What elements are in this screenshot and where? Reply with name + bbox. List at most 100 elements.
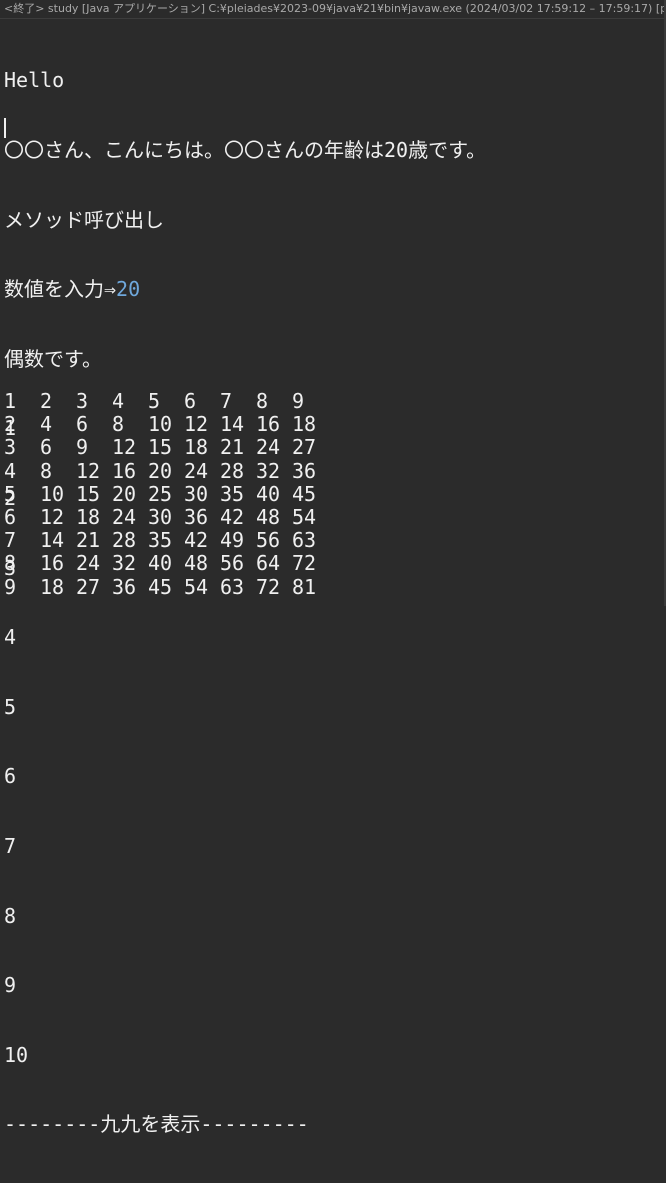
console-view[interactable]: <終了> study [Java アプリケーション] C:¥pleiades¥2… xyxy=(0,0,666,1136)
table-cell: 12 xyxy=(184,412,209,437)
table-cell: 42 xyxy=(220,504,245,529)
output-line-greeting: 〇〇さん、こんにちは。〇〇さんの年齢は20歳です。 xyxy=(4,138,487,162)
table-cell: 8 xyxy=(112,412,125,437)
table-cell: 64 xyxy=(256,551,281,576)
table-cell: 5 xyxy=(4,481,17,506)
table-cell: 48 xyxy=(184,551,209,576)
table-cell: 18 xyxy=(40,574,65,599)
table-cell: 2 xyxy=(40,389,53,413)
table-cell: 20 xyxy=(148,458,173,483)
input-prompt-label: 数値を入力⇒ xyxy=(4,277,117,302)
table-cell: 8 xyxy=(40,458,53,483)
output-line-method-call: メソッド呼び出し xyxy=(4,207,164,232)
output-line-result: 偶数です。 xyxy=(4,346,102,371)
table-cell: 45 xyxy=(148,574,173,599)
table-cell: 28 xyxy=(220,458,245,483)
table-cell: 14 xyxy=(40,528,65,553)
count-line: 10 xyxy=(4,1042,29,1067)
table-cell: 35 xyxy=(220,481,245,506)
table-cell: 6 xyxy=(76,412,89,437)
table-cell: 28 xyxy=(112,528,137,553)
table-cell: 54 xyxy=(184,574,209,599)
table-cell: 24 xyxy=(76,551,101,576)
count-line: 9 xyxy=(4,973,17,998)
table-cell: 63 xyxy=(292,528,317,553)
table-cell: 3 xyxy=(4,435,17,460)
count-line: 7 xyxy=(4,833,17,858)
table-cell: 10 xyxy=(148,412,173,437)
table-cell: 72 xyxy=(256,574,281,599)
table-cell: 12 xyxy=(76,458,101,483)
table-cell: 42 xyxy=(184,528,209,553)
table-cell: 10 xyxy=(40,481,65,506)
table-cell: 24 xyxy=(112,504,137,529)
table-cell: 4 xyxy=(4,458,17,483)
table-cell: 40 xyxy=(256,481,281,506)
table-cell: 15 xyxy=(148,435,173,460)
table-cell: 56 xyxy=(256,528,281,553)
table-cell: 12 xyxy=(40,504,65,529)
table-cell: 21 xyxy=(220,435,245,460)
table-cell: 45 xyxy=(292,481,317,506)
table-cell: 12 xyxy=(112,435,137,460)
table-cell: 9 xyxy=(292,389,305,413)
table-cell: 16 xyxy=(40,551,65,576)
table-cell: 16 xyxy=(256,412,281,437)
table-cell: 4 xyxy=(112,389,125,413)
output-line-hello: Hello xyxy=(4,68,65,93)
table-cell: 18 xyxy=(292,412,317,437)
table-cell: 9 xyxy=(4,574,17,599)
count-line: 8 xyxy=(4,903,17,928)
table-cell: 7 xyxy=(220,389,233,413)
table-cell: 9 xyxy=(76,435,89,460)
console-output[interactable]: Hello 〇〇さん、こんにちは。〇〇さんの年齢は20歳です。 メソッド呼び出し… xyxy=(4,23,486,1183)
table-cell: 6 xyxy=(184,389,197,413)
count-line: 5 xyxy=(4,694,17,719)
table-cell: 16 xyxy=(112,458,137,483)
table-cell: 40 xyxy=(148,551,173,576)
table-cell: 36 xyxy=(112,574,137,599)
table-cell: 3 xyxy=(76,389,89,413)
table-cell: 36 xyxy=(184,504,209,529)
table-cell: 20 xyxy=(112,481,137,506)
table-cell: 27 xyxy=(292,435,317,460)
table-cell: 32 xyxy=(112,551,137,576)
table-cell: 36 xyxy=(292,458,317,483)
table-cell: 4 xyxy=(40,412,53,437)
table-cell: 56 xyxy=(220,551,245,576)
table-cell: 15 xyxy=(76,481,101,506)
table-cell: 5 xyxy=(148,389,161,413)
table-cell: 2 xyxy=(4,412,17,437)
table-cell: 35 xyxy=(148,528,173,553)
table-cell: 21 xyxy=(76,528,101,553)
table-cell: 72 xyxy=(292,551,317,576)
text-cursor xyxy=(4,118,6,138)
input-prompt-line: 数値を入力⇒20 xyxy=(4,278,486,301)
console-title: <終了> study [Java アプリケーション] C:¥pleiades¥2… xyxy=(0,0,666,19)
table-cell: 1 xyxy=(4,389,17,413)
table-cell: 32 xyxy=(256,458,281,483)
table-cell: 49 xyxy=(220,528,245,553)
table-cell: 27 xyxy=(76,574,101,599)
separator-line: --------九九を表示--------- xyxy=(4,1112,309,1137)
table-cell: 30 xyxy=(184,481,209,506)
table-cell: 8 xyxy=(4,551,17,576)
table-cell: 25 xyxy=(148,481,173,506)
table-cell: 63 xyxy=(220,574,245,599)
count-line: 4 xyxy=(4,625,17,650)
table-cell: 48 xyxy=(256,504,281,529)
table-cell: 8 xyxy=(256,389,269,413)
count-line: 6 xyxy=(4,764,17,789)
table-cell: 6 xyxy=(40,435,53,460)
table-cell: 54 xyxy=(292,504,317,529)
table-cell: 24 xyxy=(184,458,209,483)
table-cell: 18 xyxy=(76,504,101,529)
table-cell: 18 xyxy=(184,435,209,460)
table-cell: 7 xyxy=(4,528,17,553)
table-cell: 14 xyxy=(220,412,245,437)
table-cell: 81 xyxy=(292,574,317,599)
table-cell: 24 xyxy=(256,435,281,460)
table-cell: 6 xyxy=(4,504,17,529)
user-input-value: 20 xyxy=(116,277,141,302)
table-cell: 30 xyxy=(148,504,173,529)
